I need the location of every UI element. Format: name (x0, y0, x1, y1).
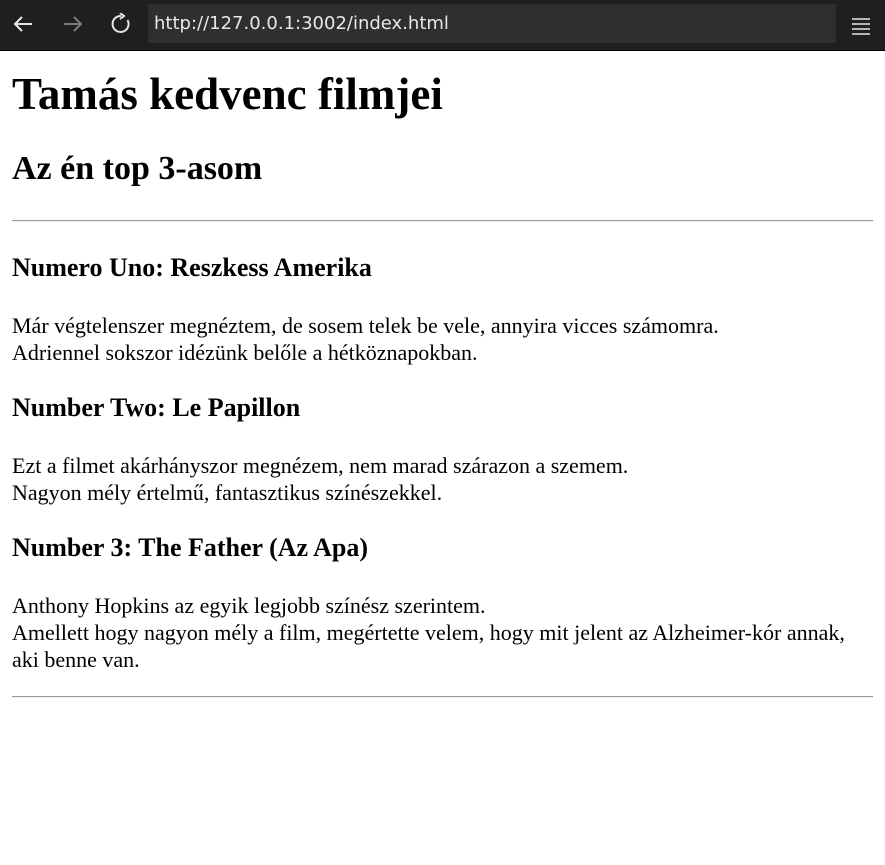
arrow-left-icon (13, 16, 32, 32)
movie-description-1: Már végtelenszer megnéztem, de sosem tel… (12, 312, 873, 366)
page-title: Tamás kedvenc filmjei (12, 69, 443, 119)
divider (12, 696, 873, 698)
menu-button[interactable] (848, 12, 874, 40)
movie-heading-3: Number 3: The Father (Az Apa) (12, 533, 369, 562)
page-subtitle: Az én top 3-asom (12, 150, 263, 187)
browser-toolbar: http://127.0.0.1:3002/index.html (0, 0, 885, 51)
movie-description-line: Ezt a filmet akárhányszor megnézem, nem … (12, 453, 629, 478)
forward-button[interactable] (60, 10, 86, 38)
movie-description-2: Ezt a filmet akárhányszor megnézem, nem … (12, 452, 873, 506)
movie-description-line: Adriennel sokszor idézünk belőle a hétkö… (12, 340, 478, 365)
movie-heading-1: Numero Uno: Reszkess Amerika (12, 253, 372, 282)
back-button[interactable] (10, 10, 36, 38)
page-content: Tamás kedvenc filmjei Az én top 3-asom N… (0, 51, 885, 865)
address-bar[interactable]: http://127.0.0.1:3002/index.html (148, 4, 836, 43)
movie-heading-2: Number Two: Le Papillon (12, 393, 301, 422)
hamburger-menu-icon (852, 18, 870, 35)
movie-description-3: Anthony Hopkins az egyik legjobb színész… (12, 592, 873, 673)
reload-button[interactable] (108, 10, 134, 38)
divider (12, 220, 873, 222)
movie-description-line: Amellett hogy nagyon mély a film, megért… (12, 620, 845, 672)
movie-description-line: Már végtelenszer megnéztem, de sosem tel… (12, 313, 719, 338)
arrow-right-icon (64, 16, 83, 32)
reload-icon (111, 13, 130, 33)
movie-description-line: Nagyon mély értelmű, fantasztikus színés… (12, 480, 443, 505)
movie-description-line: Anthony Hopkins az egyik legjobb színész… (12, 593, 486, 618)
